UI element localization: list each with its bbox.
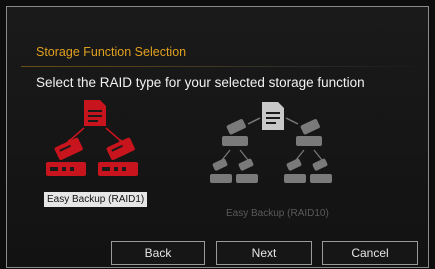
title-divider: [21, 66, 431, 67]
raid1-label: Easy Backup (RAID1): [44, 192, 148, 207]
back-button[interactable]: Back: [111, 241, 205, 265]
next-button[interactable]: Next: [216, 241, 312, 265]
raid10-label: Easy Backup (RAID10): [226, 208, 329, 219]
section-title: Storage Function Selection: [36, 45, 187, 59]
raid1-option[interactable]: Easy Backup (RAID1): [40, 98, 150, 210]
raid10-option[interactable]: Easy Backup (RAID10): [208, 98, 348, 223]
raid10-diagram-icon: [210, 102, 332, 183]
raid1-diagram-icon: [46, 100, 138, 176]
prompt-text: Select the RAID type for your selected s…: [36, 75, 365, 90]
cancel-button[interactable]: Cancel: [322, 241, 418, 265]
